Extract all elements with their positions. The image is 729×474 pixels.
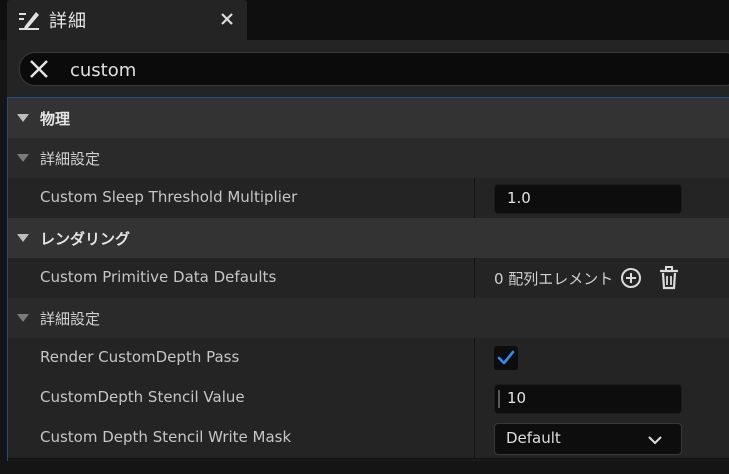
property-customdepth-stencil-value: CustomDepth Stencil Value 10	[8, 378, 729, 419]
category-label: レンダリング	[40, 230, 131, 248]
sleep-threshold-input[interactable]: 1.0	[494, 184, 682, 214]
text-caret	[498, 390, 500, 408]
property-label: Render CustomDepth Pass	[40, 348, 240, 366]
tab-details[interactable]: 詳細	[7, 0, 247, 40]
property-render-customdepth-pass: Render CustomDepth Pass	[8, 338, 729, 379]
expand-arrow-icon[interactable]	[17, 154, 29, 162]
search-input[interactable]	[68, 55, 672, 85]
expand-arrow-icon[interactable]	[17, 234, 29, 242]
property-custom-primitive-data: Custom Primitive Data Defaults 0 配列エレメント	[8, 258, 729, 299]
column-divider[interactable]	[474, 418, 475, 458]
checkmark-icon	[497, 350, 515, 365]
tab-bar: 詳細	[0, 0, 729, 40]
stencil-value-input[interactable]: 10	[494, 384, 682, 414]
column-divider[interactable]	[474, 178, 475, 218]
stencil-value: 10	[507, 389, 527, 407]
sleep-threshold-value: 1.0	[507, 189, 531, 207]
pencil-details-icon	[17, 9, 41, 31]
search-row	[7, 40, 729, 98]
subcategory-rendering-advanced[interactable]: 詳細設定	[8, 298, 729, 339]
search-box	[19, 52, 729, 86]
property-label: Custom Sleep Threshold Multiplier	[40, 188, 298, 206]
column-divider[interactable]	[474, 258, 475, 298]
stencil-write-mask-dropdown[interactable]: Default	[494, 423, 682, 455]
customdepth-pass-checkbox[interactable]	[494, 346, 518, 370]
column-divider[interactable]	[474, 378, 475, 418]
subcategory-label: 詳細設定	[40, 310, 101, 328]
plus-circle-icon[interactable]	[620, 267, 642, 289]
clear-x-icon[interactable]	[28, 58, 50, 80]
property-stencil-write-mask: Custom Depth Stencil Write Mask Default	[8, 418, 729, 459]
property-label: CustomDepth Stencil Value	[40, 388, 245, 406]
property-label: Custom Primitive Data Defaults	[40, 268, 277, 286]
subcategory-physics-advanced[interactable]: 詳細設定	[8, 138, 729, 179]
subcategory-label: 詳細設定	[40, 150, 101, 168]
expand-arrow-icon[interactable]	[17, 114, 29, 122]
property-label: Custom Depth Stencil Write Mask	[40, 428, 292, 446]
details-panel: 物理 詳細設定 Custom Sleep Threshold Multiplie…	[7, 97, 729, 462]
close-icon[interactable]	[217, 9, 237, 29]
property-custom-sleep-threshold: Custom Sleep Threshold Multiplier 1.0	[8, 178, 729, 219]
array-count: 0 配列エレメント	[494, 270, 614, 288]
expand-arrow-icon[interactable]	[17, 314, 29, 322]
column-divider[interactable]	[474, 338, 475, 378]
category-label: 物理	[40, 110, 71, 128]
category-rendering[interactable]: レンダリング	[8, 218, 729, 259]
tab-title: 詳細	[49, 11, 87, 32]
chevron-down-icon	[647, 432, 663, 446]
trash-icon[interactable]	[658, 266, 680, 290]
panel-bottom-edge	[0, 461, 729, 474]
dropdown-selected-value: Default	[506, 429, 561, 447]
category-physics[interactable]: 物理	[8, 98, 729, 139]
